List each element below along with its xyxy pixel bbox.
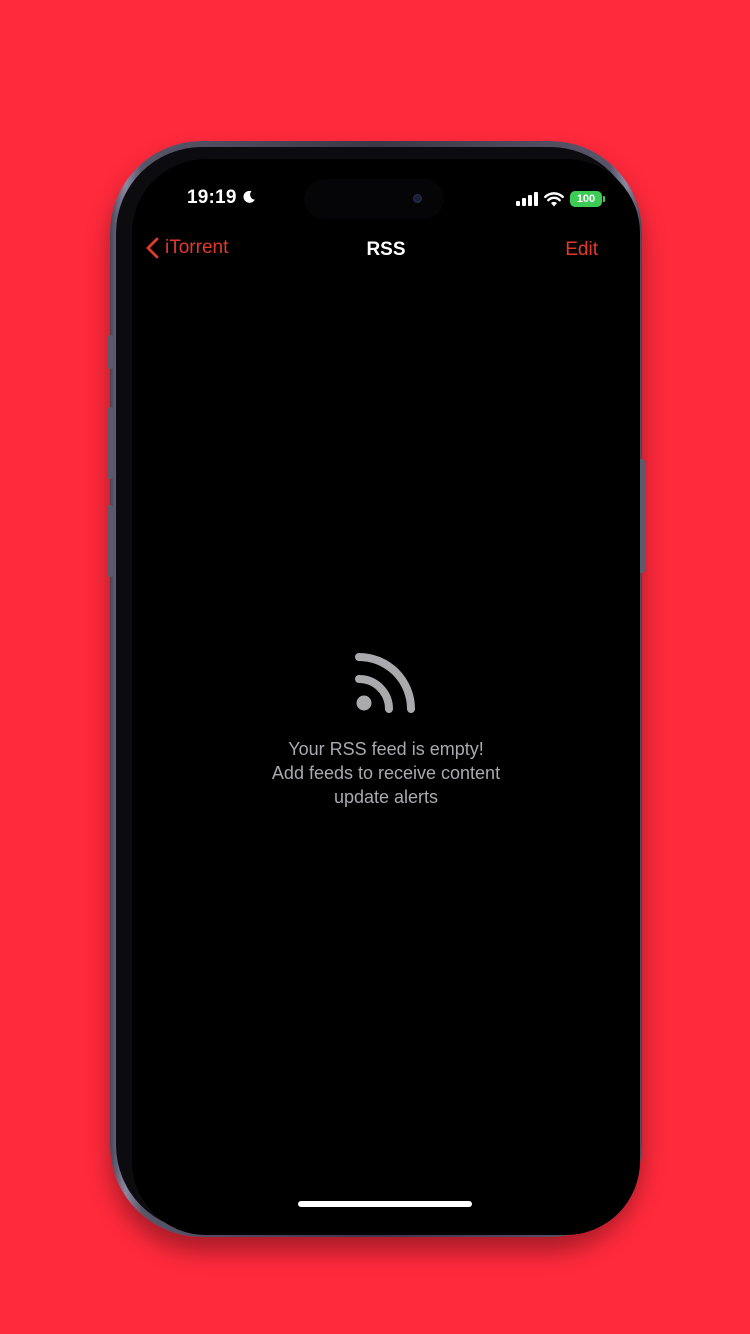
wifi-icon [544,191,564,206]
page-title: RSS [366,239,406,260]
battery-indicator: 100 [570,191,605,207]
cellular-signal-icon [516,192,538,206]
empty-state-line-1: Your RSS feed is empty! [288,739,484,759]
action-button [107,335,113,369]
empty-state: Your RSS feed is empty! Add feeds to rec… [132,649,640,809]
dynamic-island [304,179,444,219]
rss-icon [355,653,415,713]
home-indicator[interactable] [298,1201,472,1207]
volume-up-button [107,407,113,479]
navigation-bar: iTorrent RSS Edit [132,231,640,279]
empty-state-line-2: Add feeds to receive content [271,763,501,783]
volume-down-button [107,505,113,577]
edit-button[interactable]: Edit [565,239,598,261]
empty-state-message: Your RSS feed is empty! Add feeds to rec… [132,737,640,809]
empty-state-line-3: update alerts [333,787,439,807]
moon-icon [243,190,255,203]
status-time: 19:19 [187,187,237,208]
screen: 19:19 100 iTorrent RSS Edit Your RSS fee… [132,159,640,1235]
status-indicators: 100 [516,190,605,208]
front-camera [413,194,422,203]
phone-frame: 19:19 100 iTorrent RSS Edit Your RSS fee… [107,141,645,1237]
